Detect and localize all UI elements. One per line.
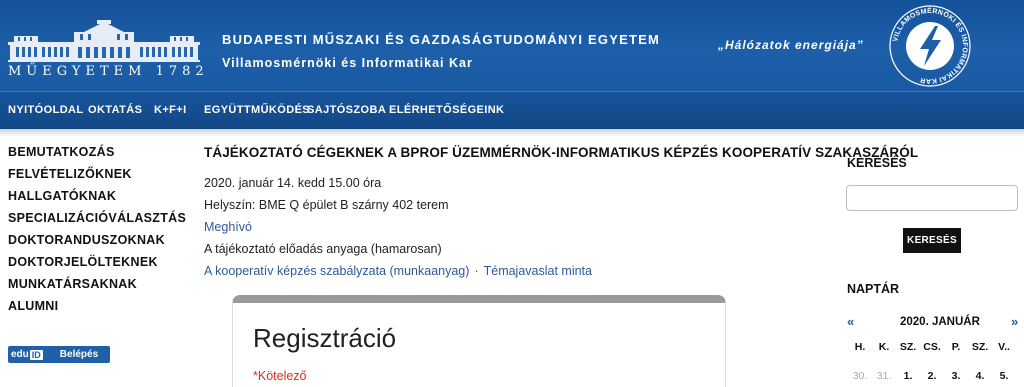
search-heading: KERESÉS	[847, 156, 907, 170]
rules-link[interactable]: A kooperatív képzés szabályzata (munkaan…	[204, 264, 469, 278]
weekday-header: P.	[951, 341, 961, 353]
calendar-day[interactable]: 4.	[968, 370, 992, 382]
nav-item-press[interactable]: SAJTÓSZOBA	[307, 104, 386, 116]
search-button[interactable]: KERESÉS	[903, 228, 961, 253]
sidebar-item-students[interactable]: HALLGATÓKNAK	[8, 189, 116, 203]
calendar-day[interactable]: 1.	[896, 370, 920, 382]
links-row: A kooperatív képzés szabályzata (munkaan…	[204, 264, 592, 278]
calendar-prev-button[interactable]: «	[847, 314, 854, 329]
calendar-day[interactable]: 5.	[992, 370, 1016, 382]
faculty-name[interactable]: Villamosmérnöki és Informatikai Kar	[222, 56, 473, 70]
form-title: Regisztráció	[253, 323, 397, 353]
link-separator: ·	[474, 264, 479, 278]
search-input[interactable]	[846, 185, 1018, 211]
slogan: „Hálózatok energiája”	[718, 38, 864, 52]
vik-logo[interactable]: VILLAMOSMÉRNÖKI ÉS INFORMATIKAI KAR	[888, 4, 972, 88]
muegyetem-logo[interactable]: MŰEGYETEM 1782	[8, 20, 209, 80]
registration-form-card: Regisztráció *Kötelező	[232, 295, 726, 387]
nav-item-contact[interactable]: ELÉRHETŐSÉGEINK	[389, 104, 504, 116]
nav-shadow	[0, 129, 1024, 137]
weekday-header: H.	[854, 341, 866, 353]
lightning-bolt-icon: VILLAMOSMÉRNÖKI ÉS INFORMATIKAI KAR	[889, 5, 971, 87]
nav-item-education[interactable]: OKTATÁS	[88, 104, 142, 116]
required-note: *Kötelező	[253, 369, 307, 383]
eduid-login-button[interactable]: edu ID Belépés	[8, 346, 110, 363]
main-nav: NYITÓOLDAL OKTATÁS K+F+I EGYÜTTMŰKÖDÉS S…	[0, 91, 1024, 129]
event-location: Helyszín: BME Q épület B szárny 402 tere…	[204, 198, 449, 212]
sidebar-item-phd-candidates[interactable]: DOKTORJELÖLTEKNEK	[8, 255, 158, 269]
weekday-header: K.	[878, 341, 890, 353]
sidebar-item-specialization[interactable]: SPECIALIZÁCIÓVÁLASZTÁS	[8, 211, 186, 225]
calendar-next-button[interactable]: »	[1011, 314, 1018, 329]
logo-text: MŰEGYETEM 1782	[8, 64, 209, 79]
building-logo-icon	[8, 20, 200, 62]
calendar-day[interactable]: 3.	[944, 370, 968, 382]
nav-item-research[interactable]: K+F+I	[154, 104, 187, 116]
event-date: 2020. január 14. kedd 15.00 óra	[204, 176, 382, 190]
weekday-header: SZ.	[971, 341, 989, 353]
calendar-month: 2020. JANUÁR	[900, 316, 980, 328]
calendar-day[interactable]: 31.	[872, 370, 896, 382]
eduid-icon: edu ID	[8, 346, 46, 363]
page-title: TÁJÉKOZTATÓ CÉGEKNEK A BPROF ÜZEMMÉRNÖK-…	[204, 145, 919, 160]
sidebar-item-about[interactable]: BEMUTATKOZÁS	[8, 145, 115, 159]
weekday-header: SZ.	[899, 341, 917, 353]
sidebar-item-alumni[interactable]: ALUMNI	[8, 299, 58, 313]
sidebar-item-staff[interactable]: MUNKATÁRSAKNAK	[8, 277, 137, 291]
id-text: ID	[29, 349, 43, 360]
weekday-header: V..	[998, 341, 1010, 353]
university-name[interactable]: BUDAPESTI MŰSZAKI ÉS GAZDASÁGTUDOMÁNYI E…	[222, 32, 660, 47]
calendar-day[interactable]: 30.	[848, 370, 872, 382]
calendar-day[interactable]: 2.	[920, 370, 944, 382]
nav-item-home[interactable]: NYITÓOLDAL	[8, 104, 84, 116]
site-header: MŰEGYETEM 1782 BUDAPESTI MŰSZAKI ÉS GAZD…	[0, 0, 1024, 91]
invite-link[interactable]: Meghívó	[204, 220, 252, 234]
sidebar-item-phd-students[interactable]: DOKTORANDUSZOKNAK	[8, 233, 165, 247]
calendar-heading: NAPTÁR	[847, 282, 900, 296]
edu-text: edu	[11, 349, 29, 360]
sidebar-item-applicants[interactable]: FELVÉTELIZŐKNEK	[8, 167, 132, 181]
material-text: A tájékoztató előadás anyaga (hamarosan)	[204, 242, 442, 256]
nav-item-cooperation[interactable]: EGYÜTTMŰKÖDÉS	[204, 104, 310, 116]
topic-template-link[interactable]: Témajavaslat minta	[484, 264, 592, 278]
weekday-header: CS.	[923, 341, 941, 353]
login-label: Belépés	[59, 349, 99, 360]
